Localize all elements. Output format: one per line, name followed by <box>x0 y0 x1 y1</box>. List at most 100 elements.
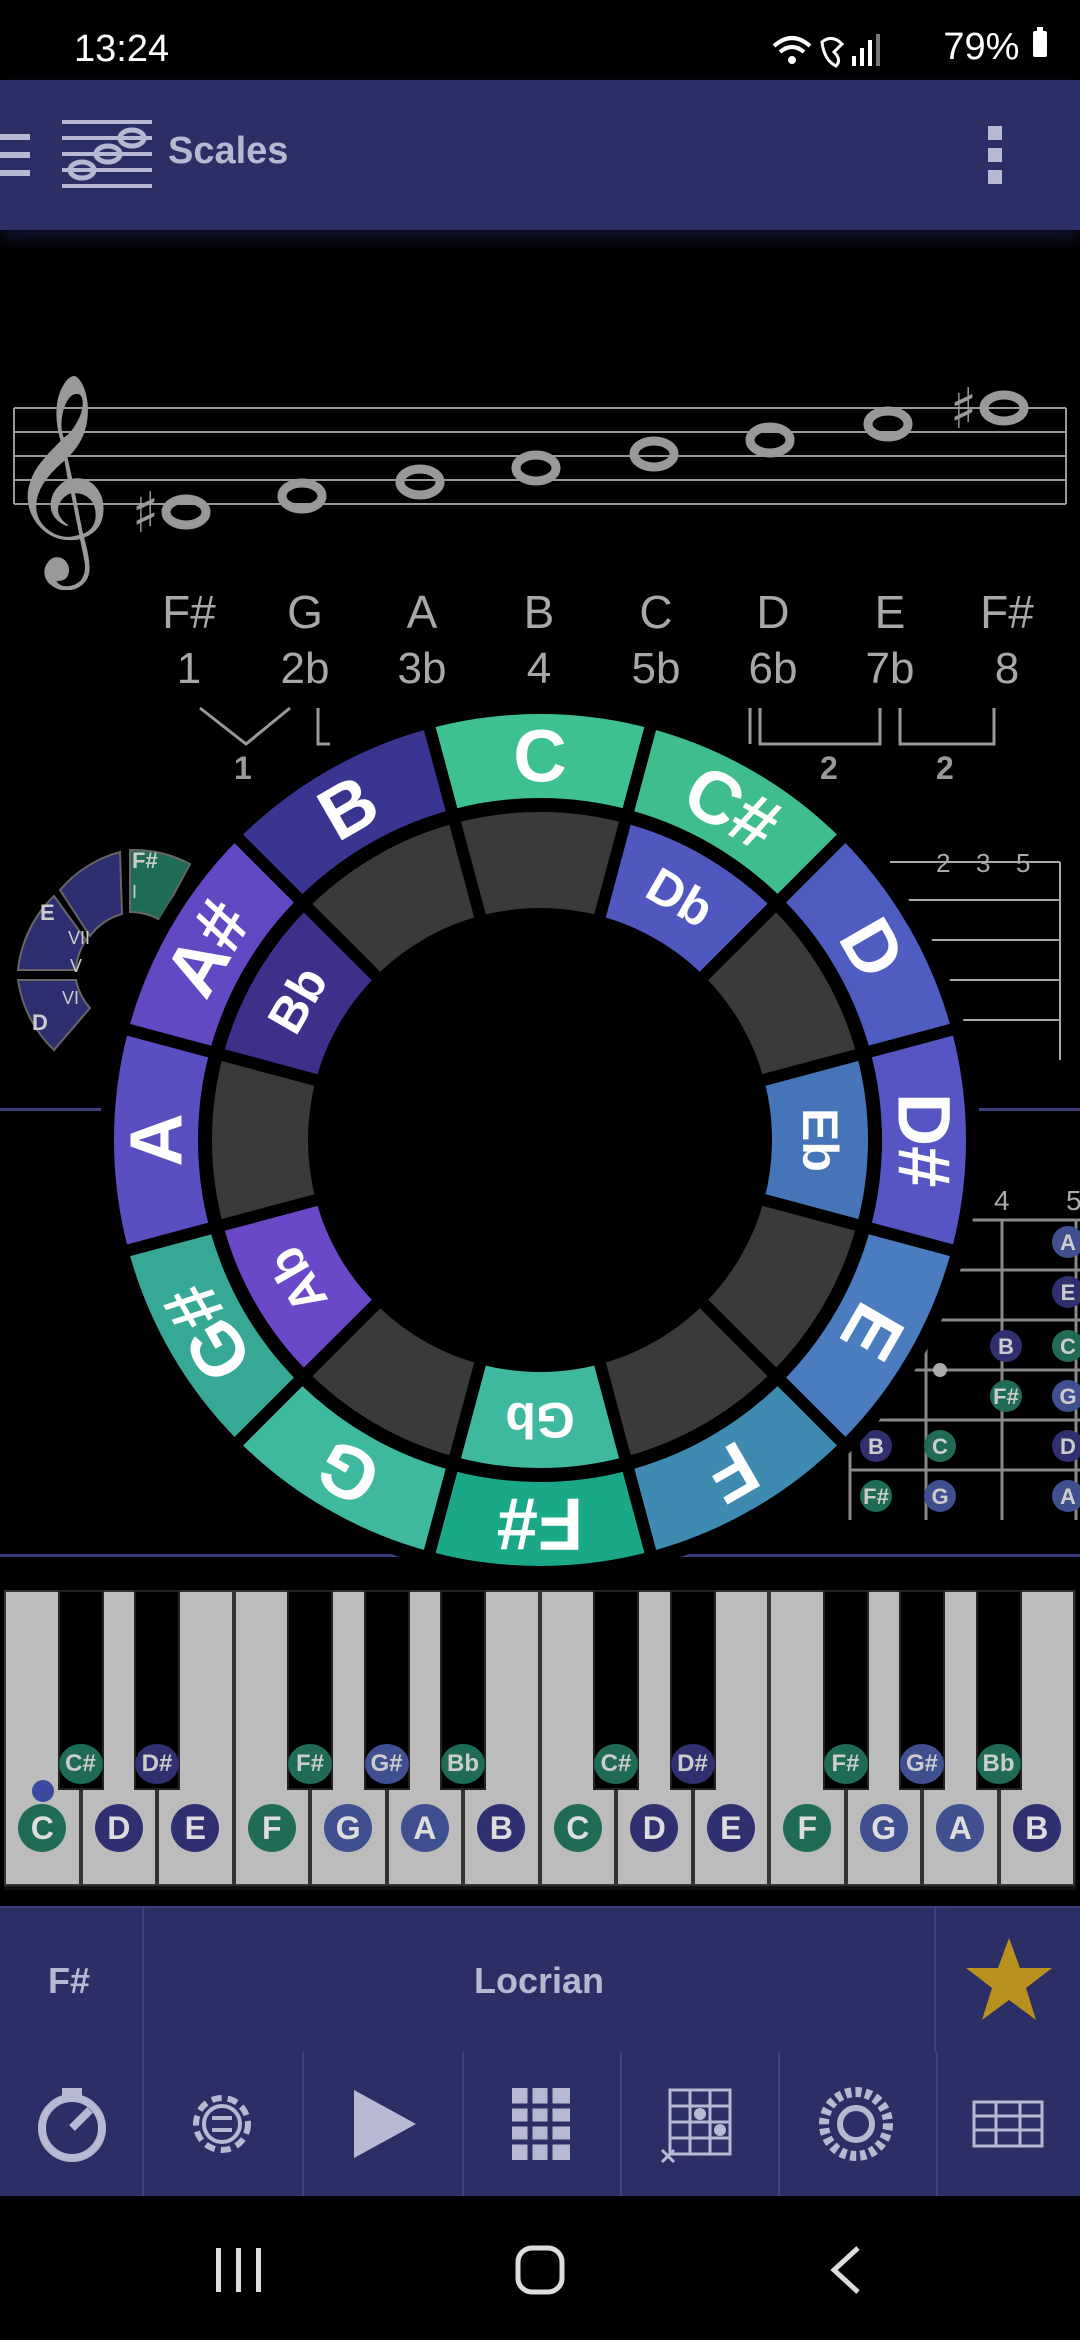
piano-note-label: E <box>706 1804 755 1852</box>
piano-black-key[interactable]: F# <box>822 1590 869 1790</box>
piano-black-key[interactable]: F# <box>287 1590 333 1790</box>
fret-note: G <box>1059 1384 1076 1409</box>
scales-logo-icon <box>62 120 152 188</box>
piano-note-label: D# <box>135 1744 179 1784</box>
fret-note: B <box>998 1334 1014 1359</box>
treble-clef: 𝄞 <box>6 372 112 590</box>
tab-number: 5 <box>1016 848 1031 878</box>
more-vert-icon[interactable] <box>986 124 1006 188</box>
piano-black-key[interactable]: C# <box>593 1590 639 1790</box>
menu-icon[interactable] <box>0 132 32 180</box>
piano-black-key[interactable]: C# <box>57 1590 104 1790</box>
scale-interval: 5b <box>631 644 681 693</box>
scale-note: D <box>756 586 790 638</box>
grid-icon <box>512 2088 570 2160</box>
fret-note: A <box>1060 1484 1076 1509</box>
app-title: Scales <box>168 130 289 172</box>
piano-keyboard[interactable]: C D E F G A B C D E F G A B C# D# F# G# Bb C# D# F# G# Bb <box>4 1590 1076 1890</box>
scale-note: E <box>874 586 906 638</box>
piano-black-key[interactable]: G# <box>363 1590 410 1790</box>
battery-percent: 79% <box>943 26 1050 69</box>
scale-interval: 7b <box>865 644 915 693</box>
playback-marker <box>32 1780 54 1802</box>
fret-note: C <box>1060 1334 1076 1359</box>
bottom-toolbar <box>0 2052 1080 2196</box>
piano-note-label: E <box>171 1804 220 1852</box>
metronome-button[interactable] <box>0 2052 144 2196</box>
scale-interval: 4 <box>526 644 552 693</box>
piano-note-label: D <box>630 1804 679 1852</box>
circle-button[interactable] <box>778 2052 938 2196</box>
grid-button[interactable] <box>462 2052 622 2196</box>
mini-wheel-label: VI <box>62 988 79 1008</box>
chromatic-circle[interactable]: C C#DbDD#EbEFF#GbGG#AbAA#BbB <box>100 700 980 1580</box>
sheet-icon <box>972 2100 1044 2148</box>
fretboard-button[interactable] <box>620 2052 780 2196</box>
recents-icon[interactable] <box>214 2246 264 2294</box>
battery-icon <box>1033 27 1047 57</box>
fretboard-icon <box>660 2088 732 2164</box>
home-icon[interactable] <box>514 2244 566 2296</box>
piano-black-key[interactable]: Bb <box>440 1590 486 1790</box>
status-bar: 13:24 79% <box>0 0 1080 80</box>
piano-note-label: B <box>1012 1804 1061 1852</box>
mini-wheel-label: V <box>70 956 82 976</box>
back-icon[interactable] <box>826 2244 866 2296</box>
fret-note: D <box>1060 1434 1076 1459</box>
settings-icon <box>193 2095 251 2153</box>
circle-icon <box>819 2087 893 2161</box>
scale-selector: F# Locrian <box>0 1906 1080 2052</box>
piano-note-label: Bb <box>976 1744 1021 1784</box>
piano-note-label: D <box>94 1804 143 1852</box>
scale-note: C <box>639 586 673 638</box>
app-bar: Scales <box>0 80 1080 230</box>
play-icon <box>354 2090 416 2158</box>
circle-inner-label: Gb <box>505 1392 574 1448</box>
piano-note-label: C# <box>594 1744 638 1784</box>
metronome-icon <box>38 2088 106 2162</box>
sheet-button[interactable] <box>936 2052 1080 2196</box>
fret-note: A <box>1060 1230 1076 1255</box>
star-icon <box>966 1938 1052 2020</box>
piano-note-label: G# <box>900 1744 944 1784</box>
piano-note-label: F <box>247 1804 296 1852</box>
scale-note: A <box>406 586 438 638</box>
piano-note-label: B <box>477 1804 526 1852</box>
piano-note-label: F# <box>823 1744 868 1784</box>
scale-name-label: Locrian <box>473 1960 605 2001</box>
fret-note: F# <box>993 1384 1019 1409</box>
piano-black-key[interactable]: Bb <box>975 1590 1022 1790</box>
music-staff: 𝄞 ♯ ♯ <box>0 360 1080 590</box>
piano-note-label: G <box>859 1804 908 1852</box>
root-note-button[interactable]: F# <box>0 1908 144 2052</box>
scale-note: F# <box>162 586 216 638</box>
scale-interval: 8 <box>994 644 1020 693</box>
piano-note-label: D# <box>670 1744 715 1784</box>
scale-name-button[interactable]: Locrian <box>144 1908 936 2052</box>
svg-text:♯: ♯ <box>132 481 159 546</box>
piano-black-key[interactable]: D# <box>134 1590 180 1790</box>
circle-note-label: D# <box>883 1093 966 1188</box>
system-nav-bar <box>0 2196 1080 2340</box>
staff-notation: 𝄞 ♯ ♯ <box>6 372 1067 590</box>
piano-note-label: F <box>783 1804 832 1852</box>
scale-note: B <box>523 586 555 638</box>
piano-note-label: Bb <box>441 1744 485 1784</box>
piano-black-key[interactable]: D# <box>669 1590 716 1790</box>
piano-black-key[interactable]: G# <box>899 1590 945 1790</box>
favorite-button[interactable] <box>936 1908 1080 2052</box>
settings-button[interactable] <box>144 2052 304 2196</box>
mini-wheel-label: E <box>40 900 55 925</box>
wifi-icon <box>772 34 880 68</box>
piano-note-label: G# <box>364 1744 409 1784</box>
piano-note-label: F# <box>288 1744 332 1784</box>
fret-note: E <box>1061 1280 1076 1305</box>
scale-interval: 2b <box>280 644 330 693</box>
circle-inner-label: Eb <box>792 1108 848 1172</box>
circle-note-label: C <box>513 715 566 798</box>
scale-interval: 3b <box>397 644 447 693</box>
piano-note-label: G <box>324 1804 373 1852</box>
piano-note-label: A <box>400 1804 449 1852</box>
scale-interval: 6b <box>748 644 798 693</box>
play-button[interactable] <box>304 2052 464 2196</box>
